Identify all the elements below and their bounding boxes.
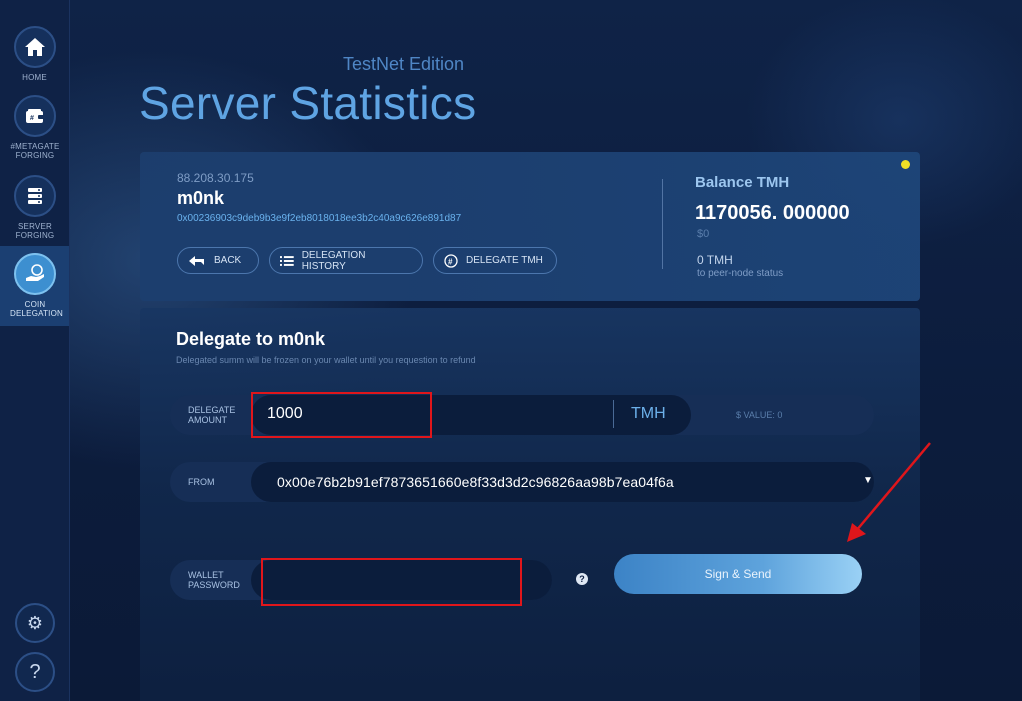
annotation-arrow (847, 442, 931, 542)
